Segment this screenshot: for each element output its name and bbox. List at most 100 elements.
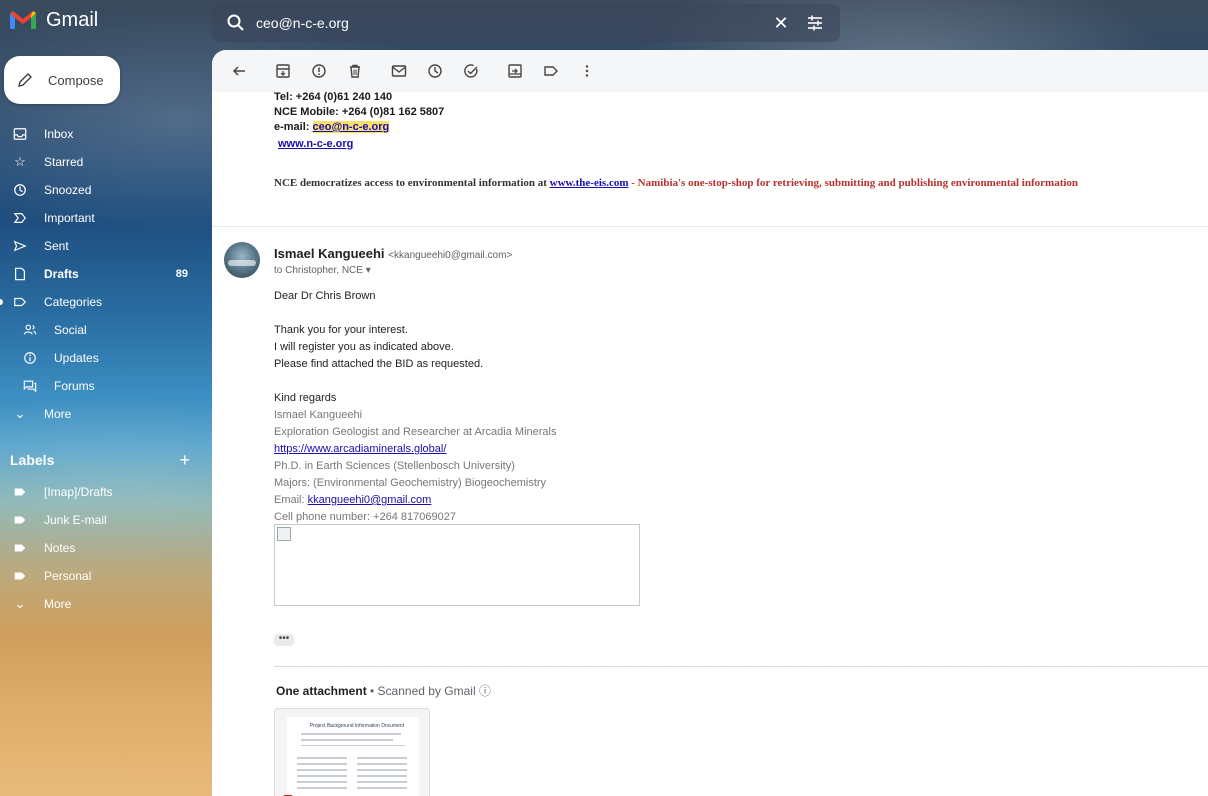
gmail-brand: Gmail — [46, 8, 99, 31]
sig-email-link[interactable]: ceo@n-c-e.org — [312, 121, 390, 133]
sidebar-item-label: More — [44, 407, 72, 421]
sidebar-item-inbox[interactable]: Inbox — [0, 120, 200, 148]
sidebar-item-label: Social — [54, 323, 87, 337]
sidebar-item-label: Important — [44, 211, 95, 225]
move-to-icon[interactable] — [506, 62, 524, 80]
clock-icon — [12, 182, 28, 198]
show-trimmed-content-button[interactable]: ••• — [274, 634, 294, 646]
label-icon — [12, 294, 28, 310]
label-item-label: More — [44, 597, 72, 611]
sender-name[interactable]: Ismael Kangueehi — [274, 246, 385, 261]
sig-email-prefix: e-mail: — [274, 121, 313, 133]
label-item-notes[interactable]: Notes — [0, 534, 200, 562]
sig-majors: Majors: (Environmental Geochemistry) Bio… — [274, 477, 547, 489]
people-icon — [22, 322, 38, 338]
message-divider — [212, 226, 1208, 227]
label-as-icon[interactable] — [542, 62, 560, 80]
search-icon[interactable] — [226, 13, 246, 33]
sidebar-item-categories[interactable]: Categories — [0, 288, 200, 316]
avatar[interactable] — [224, 242, 260, 278]
snooze-icon[interactable] — [426, 62, 444, 80]
sender-line: Ismael Kangueehi <kkangueehi0@gmail.com> — [274, 246, 512, 261]
gmail-m-icon — [10, 11, 36, 29]
recipients-line[interactable]: to Christopher, NCE ▾ — [274, 265, 371, 276]
label-item-personal[interactable]: Personal — [0, 562, 200, 590]
labels-header: Labels + — [10, 450, 190, 470]
label-tag-icon — [12, 484, 28, 500]
important-icon — [12, 210, 28, 226]
search-bar[interactable]: ceo@n-c-e.org ✕ — [212, 4, 840, 42]
sidebar-item-label: Starred — [44, 155, 84, 169]
message-body: Dear Dr Chris Brown Thank you for your i… — [274, 288, 556, 526]
compose-button[interactable]: Compose — [4, 56, 120, 104]
info-icon — [22, 350, 38, 366]
sidebar-item-starred[interactable]: ☆ Starred — [0, 148, 200, 176]
label-item-junk-email[interactable]: Junk E-mail — [0, 506, 200, 534]
body-line-2: I will register you as indicated above. — [274, 341, 454, 353]
report-spam-icon[interactable] — [310, 62, 328, 80]
sidebar-item-important[interactable]: Important — [0, 204, 200, 232]
attachment-thumbnail[interactable]: Project Background Information Document — [274, 708, 430, 796]
scanned-by-gmail: • Scanned by Gmail ⓘ — [366, 684, 491, 698]
label-tag-icon — [12, 568, 28, 584]
add-label-icon[interactable]: + — [179, 450, 190, 471]
sidebar-nav: Inbox ☆ Starred Snoozed Important Sent D… — [0, 120, 200, 428]
sig-email-link[interactable]: kkangueehi0@gmail.com — [308, 494, 432, 506]
sidebar-item-label: Updates — [54, 351, 99, 365]
chevron-down-icon: ⌄ — [14, 596, 26, 611]
sidebar-item-drafts[interactable]: Drafts 89 — [0, 260, 200, 288]
label-tag-icon — [12, 540, 28, 556]
thread-content: Tel: +264 (0)61 240 140 NCE Mobile: +264… — [212, 90, 1208, 796]
forum-icon — [22, 378, 38, 394]
search-input[interactable]: ceo@n-c-e.org — [256, 15, 772, 31]
label-item-label: Notes — [44, 541, 76, 555]
sidebar-item-label: Snoozed — [44, 183, 92, 197]
sidebar-item-label: Sent — [44, 239, 69, 253]
star-icon: ☆ — [14, 154, 26, 169]
back-arrow-icon[interactable] — [230, 62, 248, 80]
message-panel: Tel: +264 (0)61 240 140 NCE Mobile: +264… — [212, 50, 1208, 796]
message-toolbar — [212, 50, 1208, 92]
add-task-icon[interactable] — [462, 62, 480, 80]
body-line-3: Please find attached the BID as requeste… — [274, 358, 484, 370]
sender-email: <kkangueehi0@gmail.com> — [388, 250, 513, 261]
sig-email-line: e-mail: ceo@n-c-e.org — [274, 120, 444, 135]
expand-dot — [0, 299, 3, 305]
sidebar-item-label: Categories — [44, 295, 103, 309]
recipients-dropdown-icon[interactable]: ▾ — [366, 265, 371, 276]
eis-link[interactable]: www.the-eis.com — [550, 177, 629, 189]
sig-email-line: Email: kkangueehi0@gmail.com — [274, 492, 556, 509]
sig-company-link[interactable]: https://www.arcadiaminerals.global/ — [274, 443, 446, 455]
label-item-label: [Imap]/Drafts — [44, 485, 113, 499]
chevron-down-icon: ⌄ — [14, 406, 26, 421]
sig-name: Ismael Kangueehi — [274, 409, 363, 421]
search-options-icon[interactable] — [806, 14, 824, 32]
compose-label: Compose — [48, 72, 104, 88]
sidebar-item-social[interactable]: Social — [0, 316, 200, 344]
sidebar-item-forums[interactable]: Forums — [0, 372, 200, 400]
attachments-count: One attachment — [276, 684, 367, 698]
archive-icon[interactable] — [274, 62, 292, 80]
draft-icon — [12, 266, 28, 282]
gmail-logo[interactable]: Gmail — [8, 8, 98, 32]
sidebar-item-sent[interactable]: Sent — [0, 232, 200, 260]
delete-icon[interactable] — [346, 62, 364, 80]
labels-title: Labels — [10, 452, 55, 468]
sidebar-item-snoozed[interactable]: Snoozed — [0, 176, 200, 204]
label-item-imap-drafts[interactable]: [Imap]/Drafts — [0, 478, 200, 506]
sidebar-item-more[interactable]: ⌄ More — [0, 400, 200, 428]
prev-message-signature: Tel: +264 (0)61 240 140 NCE Mobile: +264… — [274, 90, 444, 152]
sidebar-item-label: Drafts — [44, 267, 79, 281]
mark-unread-icon[interactable] — [390, 62, 408, 80]
sig-website-link[interactable]: www.n-c-e.org — [278, 138, 353, 150]
sig-email-prefix: Email: — [274, 494, 308, 506]
sig-website-line: www.n-c-e.org — [274, 137, 444, 152]
more-options-icon[interactable] — [578, 62, 596, 80]
label-item-more[interactable]: ⌄ More — [0, 590, 200, 618]
clear-search-icon[interactable]: ✕ — [772, 13, 790, 34]
sidebar-item-label: Inbox — [44, 127, 74, 141]
label-item-label: Junk E-mail — [44, 513, 107, 527]
sidebar-item-updates[interactable]: Updates — [0, 344, 200, 372]
inbox-icon — [12, 126, 28, 142]
recipients-text: to Christopher, NCE — [274, 265, 363, 276]
